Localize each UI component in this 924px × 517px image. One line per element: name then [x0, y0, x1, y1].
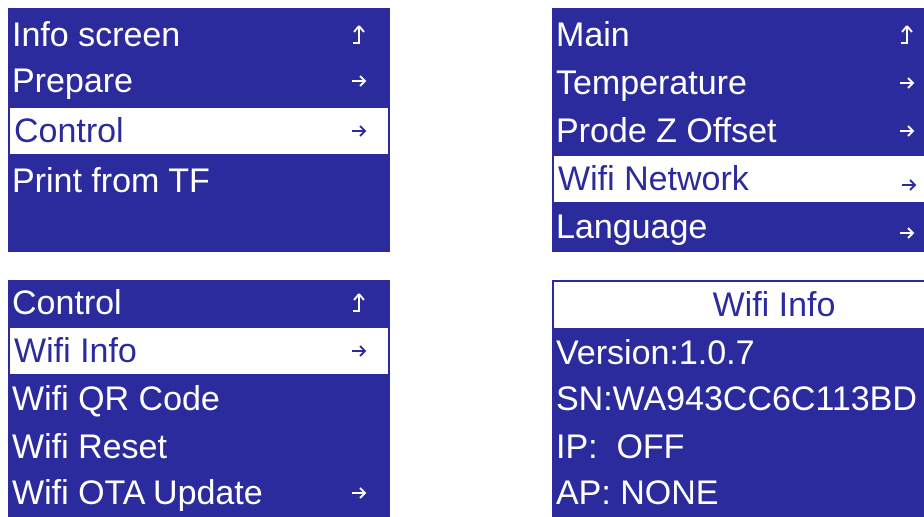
- main-menu-screen: Info screen Prepare Control Print from T…: [8, 8, 390, 252]
- menu-item-language[interactable]: Language: [552, 204, 924, 250]
- menu-item-prepare[interactable]: Prepare: [8, 58, 390, 104]
- menu-item-label: Main: [556, 16, 630, 54]
- menu-item-wifi-info[interactable]: Wifi Info: [10, 328, 388, 374]
- version-text: Version:1.0.7: [556, 334, 755, 372]
- wifi-info-title-bar: Wifi Info: [554, 282, 924, 328]
- menu-item-info-screen[interactable]: Info screen: [8, 12, 390, 58]
- wifi-info-screen: Wifi Info Version:1.0.7 SN:WA943CC6C113B…: [552, 280, 924, 517]
- ip-text: IP: OFF: [556, 428, 685, 466]
- menu-item-label: Wifi QR Code: [12, 380, 220, 418]
- menu-item-control-back[interactable]: Control: [8, 280, 390, 326]
- menu-item-print-from-tf[interactable]: Print from TF: [8, 158, 390, 204]
- menu-item-main[interactable]: Main: [552, 12, 924, 58]
- menu-item-label: Wifi Reset: [12, 428, 167, 466]
- arrow-right-icon: [348, 328, 370, 374]
- menu-item-label: Prepare: [12, 62, 133, 100]
- serial-number-row: SN:WA943CC6C113BD: [552, 376, 924, 422]
- arrow-right-icon: [898, 156, 920, 202]
- return-icon: [896, 12, 918, 58]
- menu-item-probe-z-offset[interactable]: Prode Z Offset: [552, 108, 924, 154]
- menu-item-label: Info screen: [12, 16, 181, 54]
- menu-item-label: Wifi OTA Update: [12, 474, 263, 512]
- menu-item-label: Prode Z Offset: [556, 112, 777, 150]
- wifi-info-title: Wifi Info: [712, 286, 836, 324]
- ap-row: AP: NONE: [552, 470, 924, 516]
- menu-item-label: Wifi Info: [14, 332, 137, 370]
- menu-item-temperature[interactable]: Temperature: [552, 60, 924, 106]
- version-row: Version:1.0.7: [552, 330, 924, 376]
- menu-item-wifi-network[interactable]: Wifi Network: [554, 156, 924, 202]
- arrow-right-icon: [348, 108, 370, 154]
- ap-text: AP: NONE: [556, 474, 719, 512]
- wifi-menu-screen: Control Wifi Info Wifi QR Code Wifi Rese…: [8, 280, 390, 517]
- menu-item-label: Control: [14, 112, 124, 150]
- menu-item-label: Print from TF: [12, 162, 210, 200]
- menu-item-control[interactable]: Control: [10, 108, 388, 154]
- menu-item-wifi-qr-code[interactable]: Wifi QR Code: [8, 376, 390, 422]
- arrow-right-icon: [348, 58, 370, 104]
- arrow-right-icon: [896, 204, 918, 250]
- return-icon: [348, 280, 370, 326]
- menu-item-label: Wifi Network: [558, 160, 749, 198]
- arrow-right-icon: [896, 108, 918, 154]
- arrow-right-icon: [896, 60, 918, 106]
- control-menu-screen: Main Temperature Prode Z Offset Wifi Net…: [552, 8, 924, 252]
- menu-item-label: Control: [12, 284, 122, 322]
- serial-number-text: SN:WA943CC6C113BD: [556, 380, 917, 418]
- ip-row: IP: OFF: [552, 424, 924, 470]
- menu-item-wifi-ota-update[interactable]: Wifi OTA Update: [8, 470, 390, 516]
- menu-item-wifi-reset[interactable]: Wifi Reset: [8, 424, 390, 470]
- return-icon: [348, 12, 370, 58]
- menu-item-label: Language: [556, 208, 708, 246]
- menu-item-label: Temperature: [556, 64, 747, 102]
- arrow-right-icon: [348, 470, 370, 516]
